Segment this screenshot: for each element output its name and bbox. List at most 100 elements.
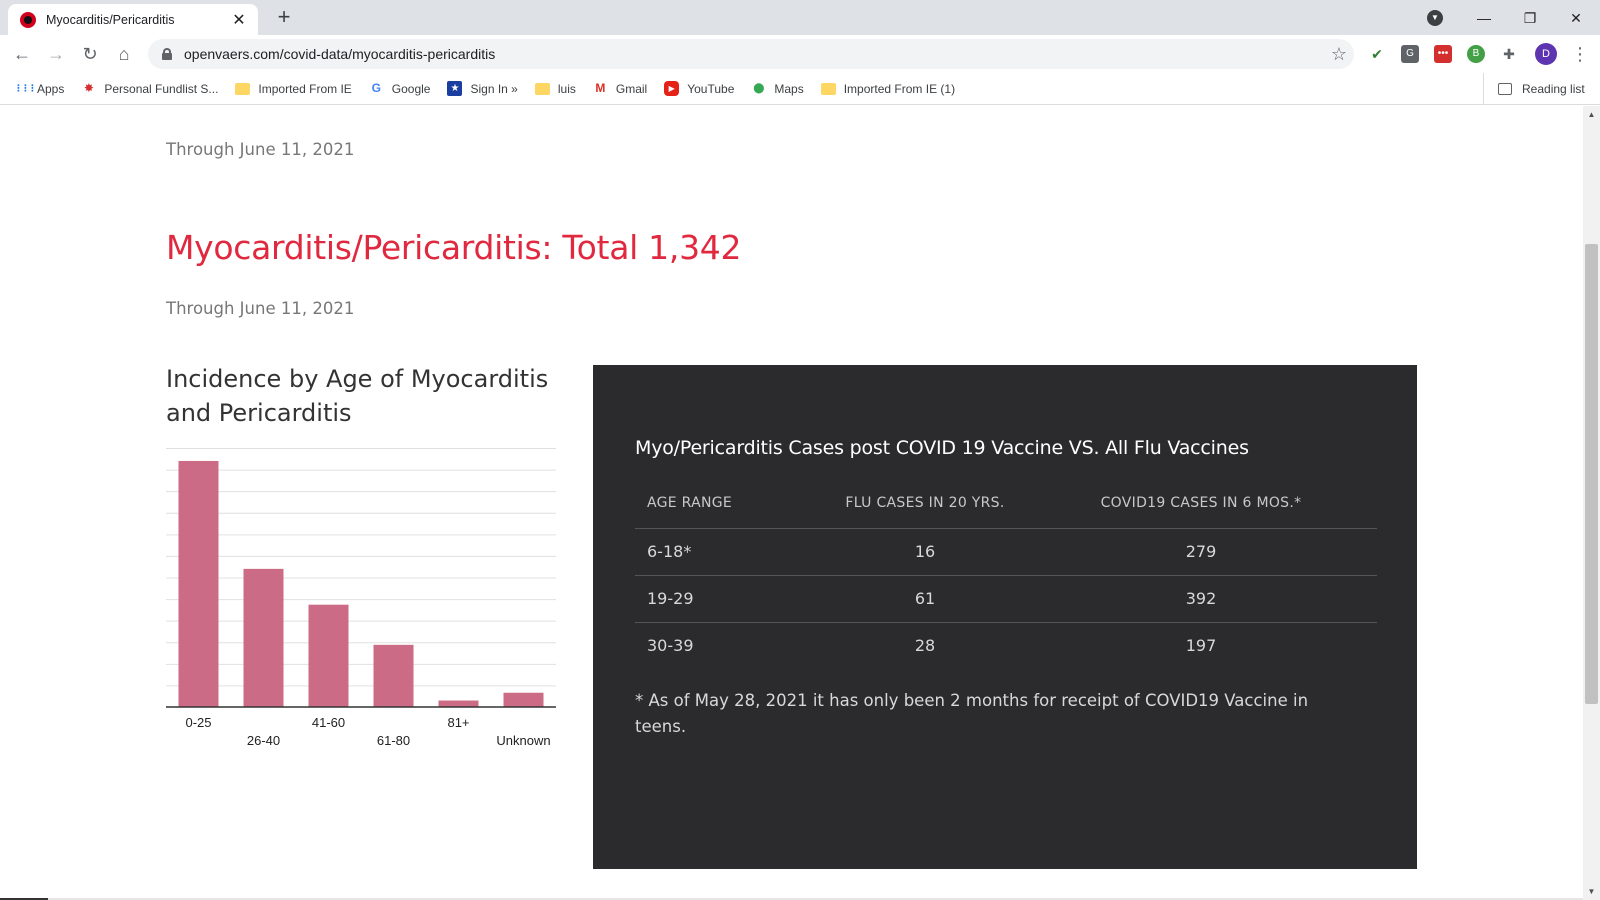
chart-category-label: 0-25	[185, 715, 211, 730]
apps-grid-icon: ⋮⋮⋮	[14, 83, 37, 93]
bookmark-label: Personal Fundlist S...	[104, 81, 219, 96]
chart-category-label: 61-80	[377, 733, 410, 748]
bookmark-maps[interactable]: ⬤ Maps	[751, 81, 803, 96]
chart-category-label: Unknown	[496, 733, 550, 748]
bookmark-sign-in[interactable]: ★ Sign In »	[447, 81, 518, 96]
chart-bar-26-40	[243, 568, 284, 707]
bookmark-label: Imported From IE	[258, 81, 352, 96]
forward-arrow-icon[interactable]: →	[42, 40, 70, 68]
bookmark-imported-from-ie-1[interactable]: Imported From IE (1)	[820, 81, 956, 96]
cell-flu-cases: 61	[825, 575, 1025, 623]
lock-icon[interactable]	[162, 48, 172, 60]
chart-bar-41-60	[308, 604, 349, 707]
cell-flu-cases: 16	[825, 528, 1025, 576]
chart-bar-unknown	[503, 692, 544, 707]
table-row: 30-39 28 197	[635, 622, 1377, 669]
tab-title: Myocarditis/Pericarditis	[46, 12, 175, 27]
bookmark-apps[interactable]: ⋮⋮⋮ Apps	[14, 81, 64, 96]
openvaers-favicon-icon	[20, 11, 36, 28]
maple-leaf-icon: ✸	[83, 81, 94, 95]
close-window-icon[interactable]: ✕	[1556, 4, 1596, 32]
bookmark-label: YouTube	[687, 81, 735, 96]
back-arrow-icon[interactable]: ←	[8, 40, 36, 68]
chrome-menu-icon[interactable]: ⋮	[1570, 40, 1590, 68]
folder-icon	[820, 82, 836, 95]
comparison-table: AGE RANGE FLU CASES IN 20 YRS. COVID19 C…	[635, 478, 1377, 669]
tab-myocarditis[interactable]: Myocarditis/Pericarditis ✕	[8, 4, 258, 35]
bookmark-youtube[interactable]: ▶ YouTube	[664, 81, 734, 96]
header-age-range: AGE RANGE	[635, 478, 825, 529]
chart-bar-81+	[438, 700, 479, 707]
cell-age-range: 30-39	[647, 636, 694, 656]
reading-list-icon	[1498, 83, 1512, 95]
cell-covid-cases: 197	[1185, 636, 1217, 656]
bookmark-personal-fundlist-s[interactable]: ✸ Personal Fundlist S...	[81, 81, 219, 96]
extension-lastpass-icon[interactable]: •••	[1434, 45, 1452, 63]
header-flu-cases: FLU CASES IN 20 YRS.	[825, 478, 1025, 529]
reading-list-label: Reading list	[1522, 82, 1585, 96]
bookmark-label: Google	[391, 81, 431, 96]
extension-grammarly-icon[interactable]: G	[1401, 45, 1419, 63]
url-text[interactable]: openvaers.com/covid-data/myocarditis-per…	[184, 46, 1324, 62]
bookmark-imported-from-ie[interactable]: Imported From IE	[235, 81, 352, 96]
browser-toolbar: ← → ↻ ⌂ openvaers.com/covid-data/myocard…	[0, 35, 1600, 73]
bookmark-gmail[interactable]: M Gmail	[593, 81, 647, 96]
close-tab-icon[interactable]: ✕	[230, 10, 248, 30]
table-row: 6-18* 16 279	[635, 528, 1377, 576]
table-header-row: AGE RANGE FLU CASES IN 20 YRS. COVID19 C…	[635, 478, 1377, 529]
extensions-puzzle-icon[interactable]: ✚	[1500, 45, 1518, 63]
bookmark-label: Apps	[37, 81, 65, 96]
cell-age-range: 6-18*	[635, 528, 825, 576]
footnote: * As of May 28, 2021 it has only been 2 …	[635, 691, 1309, 736]
through-date: Through June 11, 2021	[166, 299, 355, 318]
cell-flu-cases: 28	[914, 636, 936, 656]
cell-covid-cases: 392	[1025, 575, 1377, 623]
address-bar[interactable]: openvaers.com/covid-data/myocarditis-per…	[148, 39, 1354, 69]
page-title: Myocarditis/Pericarditis: Total 1,342	[166, 228, 742, 267]
reading-list-button[interactable]: Reading list	[1483, 73, 1585, 105]
scroll-down-arrow-icon[interactable]: ▼	[1583, 883, 1600, 900]
restore-window-icon[interactable]: ❐	[1510, 4, 1550, 32]
cell-covid-cases: 279	[1025, 528, 1377, 576]
chart-category-label: 81+	[447, 715, 469, 730]
chart-bar-61-80	[373, 644, 414, 707]
chart-category-label: 41-60	[312, 715, 345, 730]
youtube-icon: ▶	[664, 81, 680, 96]
bookmark-label: Maps	[774, 81, 804, 96]
table-row: 19-29 61 392	[635, 575, 1377, 623]
bookmark-label: luis	[557, 81, 576, 96]
home-icon[interactable]: ⌂	[110, 40, 138, 68]
bookmark-star-icon[interactable]: ☆	[1324, 44, 1354, 65]
bookmark-label: Imported From IE (1)	[843, 81, 956, 96]
scroll-up-arrow-icon[interactable]: ▲	[1583, 106, 1600, 123]
star-badge-icon: ★	[447, 81, 463, 96]
cell-age-range: 19-29	[635, 575, 825, 623]
folder-icon	[534, 82, 550, 95]
folder-icon	[235, 82, 251, 95]
chart-category-label: 26-40	[247, 733, 280, 748]
new-tab-plus-icon[interactable]: +	[270, 4, 298, 32]
page-scrollbar[interactable]: ▲ ▼	[1583, 106, 1600, 900]
minimize-icon[interactable]: —	[1464, 4, 1504, 32]
profile-avatar[interactable]: D	[1535, 43, 1557, 65]
extension-b-icon[interactable]: B	[1467, 45, 1485, 63]
bookmarks-bar: ⋮⋮⋮ Apps ✸ Personal Fundlist S... Imported F…	[0, 73, 1600, 105]
chart-title: Incidence by Age of Myocarditis and Peri…	[166, 365, 549, 427]
extension-check-icon[interactable]: ✔	[1368, 45, 1386, 63]
download-status-icon[interactable]: ▼	[1427, 10, 1443, 26]
scroll-thumb[interactable]	[1585, 244, 1598, 704]
page-content: Through June 11, 2021 Myocarditis/Perica…	[0, 106, 1583, 900]
bookmark-luis[interactable]: luis	[534, 81, 576, 96]
reload-icon[interactable]: ↻	[76, 40, 104, 68]
comparison-title: Myo/Pericarditis Cases post COVID 19 Vac…	[635, 437, 1249, 459]
header-covid-cases: COVID19 CASES IN 6 MOS.*	[1025, 478, 1377, 529]
comparison-panel: Myo/Pericarditis Cases post COVID 19 Vac…	[593, 365, 1417, 869]
chart-bar-0-25	[178, 460, 219, 707]
gmail-icon: M	[595, 81, 606, 95]
age-incidence-bar-chart: 0-25 26-40 41-60 61-80 81+ Unknown	[166, 448, 556, 748]
tab-strip: Myocarditis/Pericarditis ✕ + ▼ — ❐ ✕	[0, 0, 1600, 35]
bookmark-google[interactable]: G Google	[369, 81, 431, 96]
bookmark-label: Sign In »	[470, 81, 518, 96]
google-icon: G	[371, 81, 381, 95]
maps-pin-icon: ⬤	[753, 83, 765, 94]
